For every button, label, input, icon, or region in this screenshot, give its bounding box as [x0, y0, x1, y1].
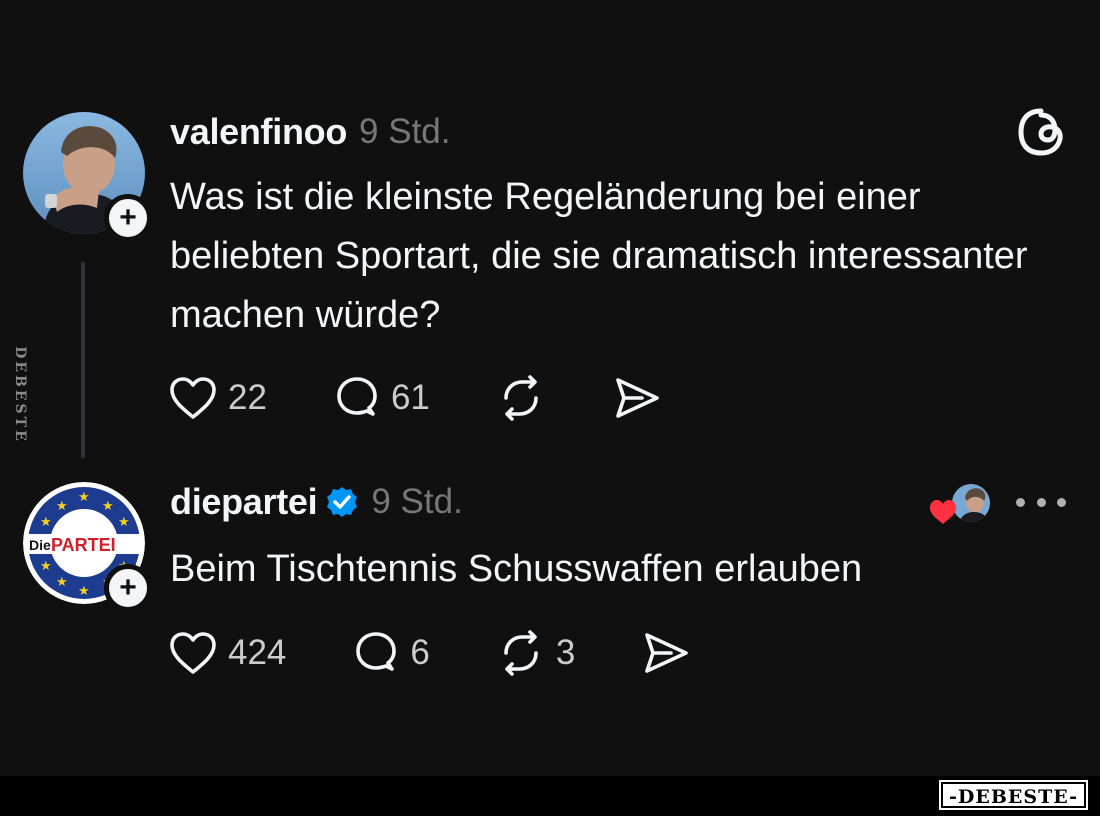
verified-badge-icon	[327, 487, 358, 517]
comment-icon	[356, 632, 397, 671]
like-count: 424	[228, 633, 287, 672]
repost-icon	[504, 375, 538, 421]
bottom-bar: -DEBESTE-	[0, 776, 1100, 816]
reply-count: 61	[390, 378, 430, 417]
svg-text:★: ★	[40, 515, 52, 530]
like-button[interactable]: 22	[168, 375, 267, 421]
reply-button[interactable]: 6	[352, 629, 430, 677]
post-text: Was ist die kleinste Regeländerung bei e…	[170, 176, 1028, 336]
avatar-wrapper: +	[23, 112, 152, 242]
share-icon	[616, 378, 659, 418]
svg-text:★: ★	[118, 515, 130, 530]
heart-badge-icon	[930, 500, 956, 524]
post-actions: 424 6 3	[168, 628, 691, 678]
heart-icon	[170, 632, 216, 674]
like-count: 22	[228, 378, 267, 417]
svg-text:★: ★	[78, 490, 90, 505]
side-watermark: DEBESTE	[6, 346, 34, 444]
post-header: valenfinoo 9 Std.	[170, 108, 450, 156]
svg-text:★: ★	[56, 499, 68, 514]
post-text: Beim Tischtennis Schusswaffen erlauben	[170, 548, 863, 590]
heart-icon	[170, 377, 216, 419]
reply-count: 6	[410, 633, 430, 672]
username[interactable]: valenfinoo	[170, 111, 347, 153]
side-watermark-text: DEBESTE	[12, 346, 28, 444]
reply-button[interactable]: 61	[333, 374, 430, 422]
comment-icon	[337, 377, 377, 416]
svg-text:★: ★	[102, 499, 114, 514]
avatar-logo-partei: PARTEI	[51, 535, 116, 555]
share-icon	[645, 633, 689, 673]
svg-text:★: ★	[56, 575, 68, 590]
repost-button[interactable]	[496, 374, 546, 422]
share-button[interactable]	[612, 375, 662, 421]
thread-view: DEBESTE + valenfinoo 9 Std. Was ist die …	[0, 0, 1100, 776]
repost-count: 3	[555, 633, 576, 672]
follow-button[interactable]: +	[104, 194, 152, 242]
share-button[interactable]	[641, 630, 691, 676]
bottom-watermark: -DEBESTE-	[939, 780, 1088, 810]
post-header: diepartei 9 Std.	[170, 478, 463, 526]
more-icon[interactable]	[1016, 490, 1066, 514]
svg-text:★: ★	[40, 559, 52, 574]
post-actions: 22 61	[168, 373, 662, 423]
timestamp: 9 Std.	[359, 112, 451, 151]
avatar-wrapper: ★ ★ ★ ★ ★ ★ ★ ★ ★ ★ Die PARTEI	[23, 482, 152, 612]
thread-line	[81, 262, 85, 458]
threads-logo-icon[interactable]	[1015, 106, 1067, 158]
svg-text:★: ★	[78, 584, 90, 599]
repost-button[interactable]: 3	[496, 629, 575, 677]
avatar-logo-die: Die	[29, 537, 51, 553]
username[interactable]: diepartei	[170, 481, 318, 523]
timestamp: 9 Std.	[371, 482, 463, 521]
like-button[interactable]: 424	[168, 630, 286, 676]
follow-button[interactable]: +	[104, 564, 152, 612]
repost-icon	[504, 630, 538, 676]
